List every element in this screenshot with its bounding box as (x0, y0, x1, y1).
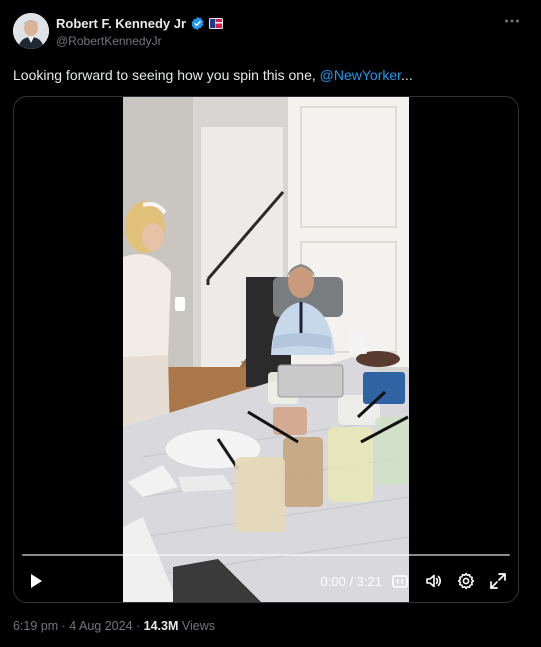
fullscreen-icon[interactable] (488, 571, 508, 591)
mention-link[interactable]: @NewYorker (320, 67, 401, 83)
avatar[interactable] (13, 13, 49, 49)
play-icon[interactable] (26, 571, 46, 591)
video-progress-bar[interactable] (22, 554, 510, 556)
captions-icon[interactable] (390, 571, 410, 591)
video-frame[interactable] (123, 97, 409, 602)
tweet-meta: 6:19 pm · 4 Aug 2024 · 14.3M Views (13, 619, 215, 633)
settings-icon[interactable] (456, 571, 476, 591)
video-time: 0:00 / 3:21 (320, 574, 382, 589)
more-icon[interactable] (503, 12, 521, 30)
video-player[interactable]: 0:00 / 3:21 (13, 96, 519, 603)
flag-badge-icon[interactable] (209, 17, 224, 29)
author-name-row: Robert F. Kennedy Jr (56, 14, 224, 32)
tweet-time[interactable]: 6:19 pm (13, 619, 58, 633)
views-label: Views (181, 619, 216, 633)
author-display-name[interactable]: Robert F. Kennedy Jr (56, 16, 186, 31)
author-handle[interactable]: @RobertKennedyJr (56, 34, 162, 48)
tweet-text: Looking forward to seeing how you spin t… (13, 66, 413, 84)
verified-badge-icon[interactable] (190, 16, 205, 31)
volume-icon[interactable] (424, 571, 444, 591)
tweet-text-ellipsis: ... (401, 67, 413, 83)
meta-separator: · (132, 619, 144, 633)
views-count[interactable]: 14.3M (144, 619, 179, 633)
meta-separator: · (58, 619, 70, 633)
tweet-date[interactable]: 4 Aug 2024 (69, 619, 132, 633)
tweet-text-body: Looking forward to seeing how you spin t… (13, 67, 320, 83)
